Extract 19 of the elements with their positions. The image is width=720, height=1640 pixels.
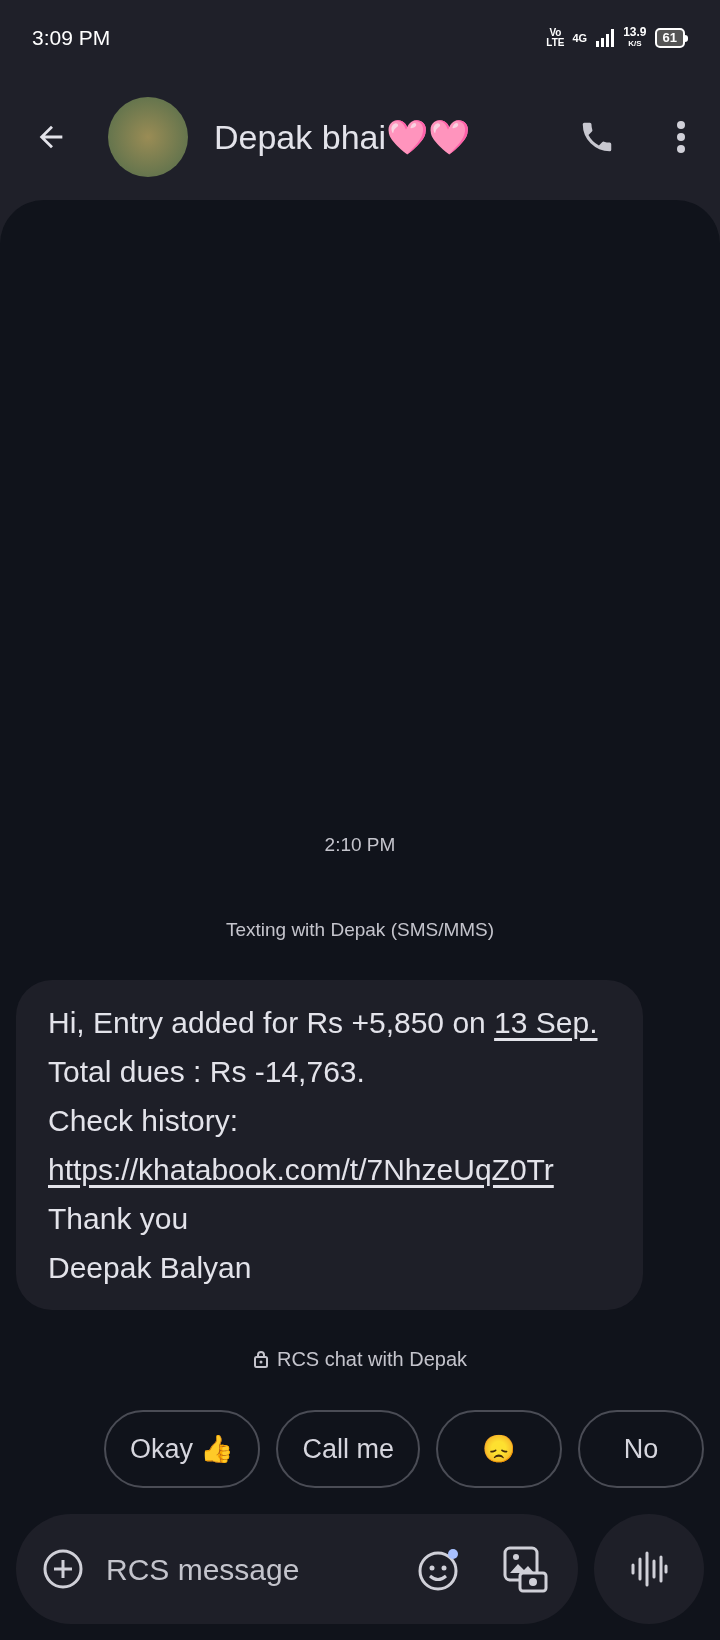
message-timestamp: 2:10 PM [324,833,396,857]
network-type: 4G [572,30,588,46]
data-speed: 13.9 [623,27,647,38]
message-input[interactable]: RCS message [106,1546,418,1592]
texting-notice: Texting with Depak (SMS/MMS) [225,917,495,942]
volte-label: Vo [549,28,562,38]
suggestion-chip[interactable]: No [578,1410,704,1488]
message-text: Thank you Deepak Balyan [48,1201,253,1286]
speed-unit: K/S [628,38,642,49]
battery-indicator: 61 [654,28,685,48]
suggestion-chip[interactable]: Call me [276,1410,420,1488]
message-text: Hi, Entry added for Rs +5,850 on 13 Sep. Total dues : Rs -14,763. Check history: [48,1005,599,1139]
volte-label: LTE [546,38,565,48]
suggestion-chip[interactable]: 😞 [436,1410,562,1488]
status-time: 3:09 PM [32,25,111,52]
message-link[interactable]: https://khatabook.com/t/7NhzeUqZ0Tr [48,1153,554,1186]
contact-name[interactable]: Depak bhai🩷🩷 [214,111,470,163]
suggestion-chip[interactable]: Okay 👍 [103,1410,261,1488]
rcs-notice: RCS chat with Depak [276,1347,468,1372]
